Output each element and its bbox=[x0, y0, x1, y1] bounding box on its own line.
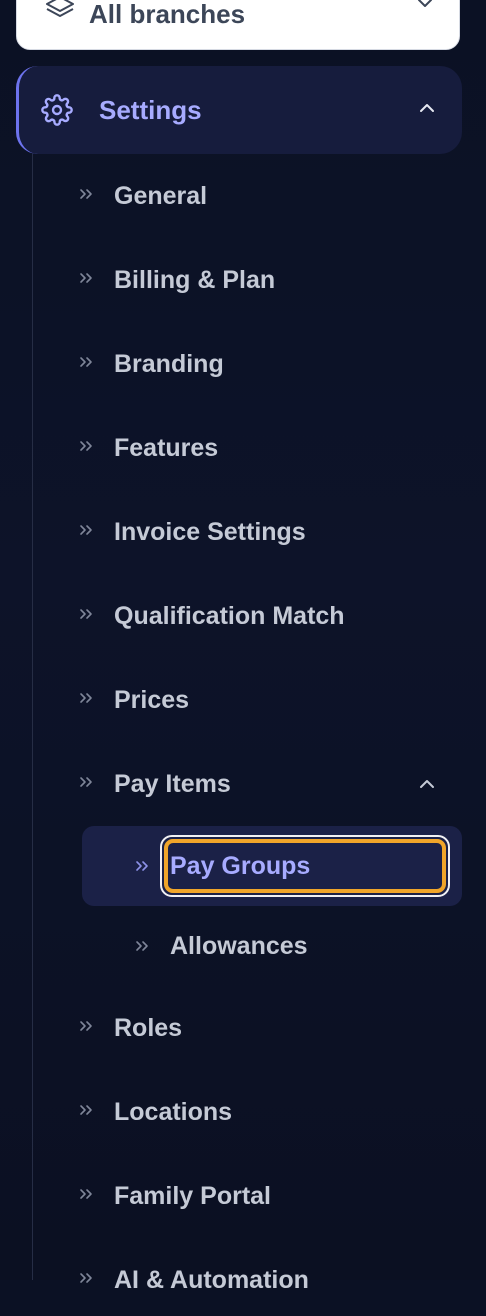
nav-item-general-label: General bbox=[114, 182, 208, 210]
double-chevron-right-icon bbox=[80, 525, 92, 535]
nav-item-general[interactable]: General bbox=[60, 160, 462, 232]
settings-section-label: Settings bbox=[99, 95, 202, 125]
nav-item-invoice-settings[interactable]: Invoice Settings bbox=[60, 496, 462, 568]
nav-item-qualification-match-label: Qualification Match bbox=[114, 602, 345, 630]
double-chevron-right-icon bbox=[80, 189, 92, 199]
layers-icon bbox=[46, 0, 74, 17]
double-chevron-right-icon bbox=[80, 609, 92, 619]
nav-item-roles[interactable]: Roles bbox=[60, 992, 462, 1064]
nav-item-billing-plan-label: Billing & Plan bbox=[114, 266, 276, 294]
double-chevron-right-icon bbox=[80, 357, 92, 367]
nav-item-branding[interactable]: Branding bbox=[60, 328, 462, 400]
nav-item-prices[interactable]: Prices bbox=[60, 664, 462, 736]
nav-item-ai-automation[interactable]: AI & Automation bbox=[60, 1244, 462, 1316]
tree-connector-line bbox=[32, 154, 33, 1280]
chevron-down-icon bbox=[418, 0, 432, 7]
nav-item-features[interactable]: Features bbox=[60, 412, 462, 484]
nav-item-family-portal[interactable]: Family Portal bbox=[60, 1160, 462, 1232]
focus-highlight bbox=[160, 835, 450, 897]
nav-item-locations[interactable]: Locations bbox=[60, 1076, 462, 1148]
nav-item-invoice-settings-label: Invoice Settings bbox=[114, 518, 306, 546]
double-chevron-right-icon bbox=[80, 273, 92, 283]
double-chevron-right-icon bbox=[80, 1273, 92, 1283]
gear-icon bbox=[41, 94, 73, 126]
chevron-up-icon bbox=[420, 104, 434, 112]
settings-section-toggle[interactable]: Settings bbox=[16, 66, 462, 154]
nav-item-branding-label: Branding bbox=[114, 350, 224, 378]
double-chevron-right-icon bbox=[80, 693, 92, 703]
double-chevron-right-icon bbox=[80, 441, 92, 451]
nav-item-allowances-label: Allowances bbox=[170, 932, 308, 960]
double-chevron-right-icon bbox=[80, 1021, 92, 1031]
nav-item-allowances[interactable]: Allowances bbox=[82, 906, 462, 986]
double-chevron-right-icon bbox=[136, 941, 148, 951]
double-chevron-right-icon bbox=[80, 1105, 92, 1115]
nav-item-pay-items[interactable]: Pay Items bbox=[60, 748, 462, 820]
double-chevron-right-icon bbox=[80, 1189, 92, 1199]
branch-selector[interactable]: All branches bbox=[16, 0, 460, 50]
nav-item-prices-label: Prices bbox=[114, 686, 190, 714]
double-chevron-right-icon bbox=[136, 861, 148, 871]
branch-selector-label: All branches bbox=[89, 0, 246, 29]
nav-item-pay-items-label: Pay Items bbox=[114, 770, 231, 798]
nav-item-qualification-match[interactable]: Qualification Match bbox=[60, 580, 462, 652]
nav-item-features-label: Features bbox=[114, 434, 219, 462]
nav-item-billing-plan[interactable]: Billing & Plan bbox=[60, 244, 462, 316]
nav-item-locations-label: Locations bbox=[114, 1098, 233, 1126]
chevron-up-icon bbox=[420, 780, 434, 788]
nav-item-roles-label: Roles bbox=[114, 1014, 183, 1042]
nav-item-family-portal-label: Family Portal bbox=[114, 1182, 271, 1210]
nav-item-ai-automation-label: AI & Automation bbox=[114, 1266, 309, 1294]
double-chevron-right-icon bbox=[80, 777, 92, 787]
